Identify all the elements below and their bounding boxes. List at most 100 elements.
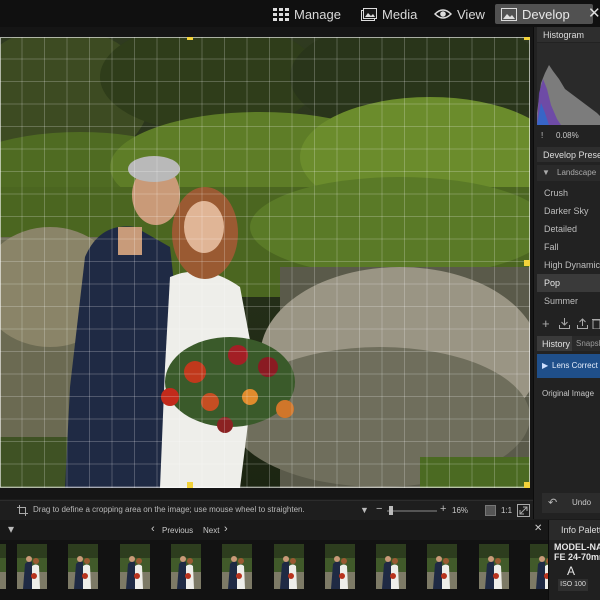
histogram-header[interactable]: Histogram	[537, 27, 600, 42]
info-palette: Info Palette MODEL-NA FE 24-70mm A ISO 1…	[548, 520, 600, 600]
history-item-label: Lens Correct	[552, 361, 598, 370]
history-item[interactable]: Original Image	[542, 389, 594, 398]
tab-snapshots[interactable]: Snapsh	[576, 339, 600, 348]
manage-mode-button[interactable]: Manage	[267, 4, 347, 24]
filmstrip	[0, 540, 560, 600]
info-palette-title: Info Palette	[561, 525, 600, 535]
photos-icon	[361, 7, 377, 21]
preset-label: Summer	[544, 296, 579, 306]
camera-model: MODEL-NA	[554, 542, 600, 552]
view-mode-button[interactable]: View	[428, 4, 491, 24]
preset-label: Pop	[544, 278, 561, 288]
media-mode-button[interactable]: Media	[355, 4, 423, 24]
zoom-out-icon[interactable]: −	[376, 503, 382, 515]
filmstrip-nav: ▾ ‹ Previous Next › ✕	[0, 520, 548, 540]
actual-size-button[interactable]: 1:1	[501, 506, 512, 515]
develop-presets-title: Develop Prese	[543, 150, 600, 160]
develop-presets-header[interactable]: Develop Prese	[537, 147, 600, 162]
preset-item[interactable]: Fall	[537, 238, 600, 256]
crop-handle-right[interactable]	[524, 260, 530, 266]
develop-icon	[501, 7, 517, 21]
add-preset-icon[interactable]: +	[542, 316, 550, 331]
preset-label: Crush	[544, 188, 569, 198]
delete-preset-icon[interactable]	[592, 318, 600, 329]
develop-mode-button[interactable]: Develop	[495, 4, 593, 24]
crop-handle-top-right[interactable]	[524, 37, 530, 40]
status-hint: Drag to define a cropping area on the im…	[33, 505, 305, 514]
preset-category-label: Landscape	[557, 168, 597, 177]
preset-label: Detailed	[544, 224, 578, 234]
crop-handle-bottom[interactable]	[187, 482, 193, 488]
filmstrip-thumbnail[interactable]	[119, 544, 150, 589]
histogram-chart	[537, 43, 600, 125]
eye-icon	[434, 9, 452, 19]
preset-item-selected[interactable]: Pop	[537, 274, 600, 292]
preset-item[interactable]: Crush	[537, 184, 600, 202]
zoom-in-icon[interactable]: +	[440, 503, 446, 515]
undo-label: Undo	[572, 498, 592, 507]
previous-button[interactable]: Previous	[162, 526, 193, 535]
filmstrip-thumbnail-partial[interactable]	[0, 544, 6, 589]
manage-mode-label: Manage	[294, 6, 341, 22]
top-bar: Manage Media View Develop ✕	[0, 0, 600, 28]
right-panel: Histogram ! 0.08% Develop Prese ▼ Landsc…	[533, 27, 600, 519]
preset-item[interactable]: Summer	[537, 292, 600, 310]
undo-button[interactable]: ↶ Undo	[542, 493, 600, 513]
fullscreen-icon[interactable]	[517, 504, 530, 517]
history-marker-icon: ▶	[542, 361, 549, 370]
media-mode-label: Media	[382, 6, 418, 22]
zoom-menu-icon[interactable]: ▼	[360, 505, 369, 515]
zoom-level: 16%	[452, 506, 469, 515]
photo-crop-area[interactable]	[0, 37, 530, 488]
chevron-right-icon[interactable]: ›	[224, 523, 228, 535]
history-item-label: Original Image	[542, 389, 595, 398]
filmstrip-thumbnail[interactable]	[324, 544, 355, 589]
preset-label: High Dynamic	[544, 260, 600, 270]
tab-snapshots-label: Snapsh	[576, 339, 600, 348]
chevron-left-icon[interactable]: ‹	[151, 523, 155, 535]
lens-model: FE 24-70mm	[554, 552, 600, 562]
grid-icon	[273, 7, 289, 21]
close-icon[interactable]: ✕	[588, 4, 600, 22]
preset-item[interactable]: High Dynamic	[537, 256, 600, 274]
filmstrip-thumbnail[interactable]	[170, 544, 201, 589]
filmstrip-thumbnail[interactable]	[427, 544, 458, 589]
preset-category-row[interactable]: ▼ Landscape	[537, 165, 600, 181]
info-palette-header[interactable]: Info Palette	[549, 520, 600, 540]
filmstrip-toggle-icon[interactable]: ▾	[8, 522, 14, 536]
export-preset-icon[interactable]	[577, 318, 588, 329]
import-preset-icon[interactable]	[559, 318, 570, 329]
next-button[interactable]: Next	[203, 526, 219, 535]
histogram-readout: 0.08%	[556, 131, 579, 140]
preset-item[interactable]: Detailed	[537, 220, 600, 238]
undo-icon: ↶	[548, 497, 558, 509]
preset-label: Fall	[544, 242, 559, 252]
crop-handle-top[interactable]	[187, 37, 193, 40]
fit-view-icon[interactable]	[485, 505, 496, 516]
preset-label: Darker Sky	[544, 206, 589, 216]
develop-mode-label: Develop	[522, 6, 570, 22]
chevron-down-icon: ▼	[542, 168, 550, 177]
crop-grid	[0, 37, 530, 488]
status-bar: Drag to define a cropping area on the im…	[0, 500, 533, 520]
crop-handle-bottom-right[interactable]	[524, 482, 530, 488]
filmstrip-thumbnail[interactable]	[17, 544, 47, 589]
iso-value: ISO 100	[558, 579, 588, 591]
histogram-info-icon: !	[541, 131, 544, 140]
exposure-mode: A	[567, 564, 576, 578]
filmstrip-thumbnail[interactable]	[478, 544, 509, 589]
zoom-slider[interactable]	[387, 510, 437, 512]
tab-history-label: History	[542, 339, 571, 349]
filmstrip-thumbnail[interactable]	[376, 544, 407, 589]
tab-history[interactable]: History	[537, 336, 572, 351]
preset-item[interactable]: Darker Sky	[537, 202, 600, 220]
filmstrip-thumbnail[interactable]	[68, 544, 99, 589]
filmstrip-thumbnail[interactable]	[273, 544, 304, 589]
history-item-selected[interactable]: ▶ Lens Correct	[537, 354, 600, 378]
filmstrip-thumbnail[interactable]	[222, 544, 253, 589]
histogram-title: Histogram	[543, 30, 585, 40]
zoom-slider-thumb[interactable]	[389, 506, 393, 515]
view-mode-label: View	[457, 6, 485, 22]
filmstrip-close-icon[interactable]: ✕	[534, 523, 542, 534]
crop-tool-icon	[17, 505, 28, 516]
